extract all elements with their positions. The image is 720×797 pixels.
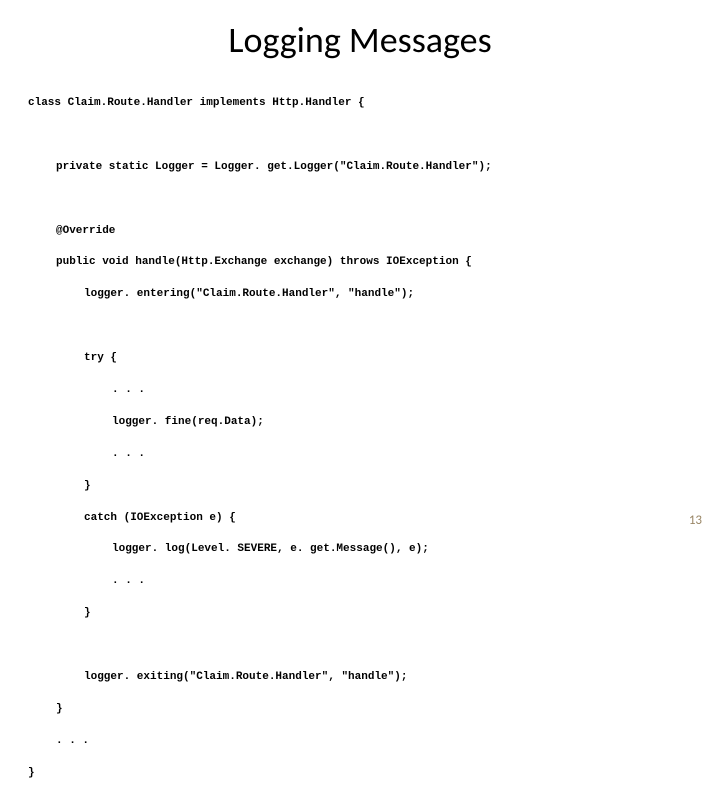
code-line: logger. fine(req.Data); [28,415,720,431]
code-line: } [28,479,720,495]
code-line: . . . [28,447,720,463]
code-line: . . . [28,734,720,750]
code-line: @Override [28,224,720,240]
code-line: logger. exiting("Claim.Route.Handler", "… [28,670,720,686]
page-title: Logging Messages [0,0,720,80]
code-line: } [28,606,720,622]
code-line: } [28,702,720,718]
code-line: . . . [28,383,720,399]
code-line: . . . [28,574,720,590]
code-line: } [28,766,720,782]
code-line: class Claim.Route.Handler implements Htt… [28,96,720,112]
code-line: private static Logger = Logger. get.Logg… [28,160,720,176]
code-line: logger. log(Level. SEVERE, e. get.Messag… [28,542,720,558]
code-line: public void handle(Http.Exchange exchang… [28,255,720,271]
page-number: 13 [689,513,702,528]
code-line: catch (IOException e) { [28,511,720,527]
code-line: logger. entering("Claim.Route.Handler", … [28,287,720,303]
code-line: try { [28,351,720,367]
code-block: class Claim.Route.Handler implements Htt… [0,80,720,797]
